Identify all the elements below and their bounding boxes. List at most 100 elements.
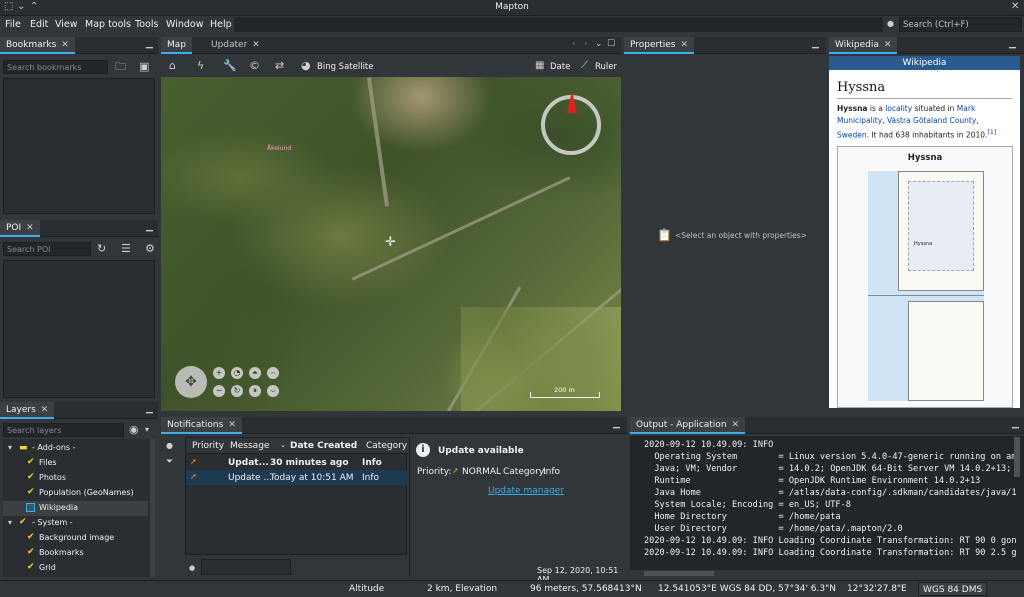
lightning-icon[interactable]: ϟ bbox=[197, 60, 204, 72]
bookmarks-search-input[interactable]: Search bookmarks bbox=[3, 60, 108, 74]
maximize-icon[interactable]: ☐ bbox=[607, 39, 615, 49]
scrollbar[interactable] bbox=[150, 439, 155, 577]
palette-icon[interactable]: ◕ bbox=[301, 60, 311, 72]
link-locality[interactable]: locality bbox=[885, 104, 912, 113]
tree-row-population[interactable]: ✔ Population (GeoNames) bbox=[3, 486, 148, 501]
tree-row-grid[interactable]: ✔ Grid bbox=[3, 561, 148, 576]
tab-map[interactable]: Map bbox=[161, 37, 192, 54]
calendar-icon[interactable]: ▦ bbox=[535, 60, 544, 72]
checkmark-icon[interactable]: ✔ bbox=[27, 473, 35, 482]
close-icon[interactable]: ✕ bbox=[252, 40, 260, 50]
menu-tools[interactable]: Tools bbox=[135, 19, 158, 30]
refresh-icon[interactable]: ↻ bbox=[97, 243, 106, 255]
bookmarks-list[interactable] bbox=[3, 78, 155, 214]
chevron-down-icon[interactable]: ▾ bbox=[145, 424, 149, 436]
compass-icon[interactable] bbox=[541, 91, 601, 155]
minimize-icon[interactable]: ▁ bbox=[146, 39, 153, 49]
menu-edit[interactable]: Edit bbox=[30, 19, 48, 30]
layers-search-input[interactable]: Search layers bbox=[3, 423, 124, 437]
rotate-back-icon[interactable]: ↻ bbox=[231, 385, 243, 397]
folder-icon[interactable]: 🗀 bbox=[115, 61, 126, 73]
checkmark-icon[interactable]: ✔ bbox=[27, 563, 35, 572]
dot-icon[interactable]: ● bbox=[166, 440, 173, 452]
checkmark-icon[interactable]: ✔ bbox=[27, 533, 35, 542]
tab-properties[interactable]: Properties ✕ bbox=[624, 37, 695, 54]
location-map[interactable]: Hyssna bbox=[868, 171, 984, 401]
gear-icon[interactable]: ⚙ bbox=[145, 243, 155, 255]
tree-row-bookmarks[interactable]: ✔ Bookmarks bbox=[3, 546, 148, 561]
checkmark-icon[interactable]: ✔ bbox=[27, 488, 35, 497]
close-icon[interactable]: ✕ bbox=[61, 40, 69, 50]
menu-window[interactable]: Window bbox=[166, 19, 203, 30]
zoom-in-icon[interactable]: + bbox=[213, 367, 225, 379]
map-view[interactable]: Åkelund ✛ ✥ + ◔ ⏶ ⌢ − ↻ ⏸ ⌣ 200 m bbox=[161, 77, 621, 411]
tree-row-files[interactable]: ✔ Files bbox=[3, 456, 148, 471]
link-sweden[interactable]: Sweden bbox=[837, 131, 867, 140]
eye-icon[interactable]: ◉ bbox=[129, 424, 139, 436]
menu-help[interactable]: Help bbox=[210, 19, 232, 30]
close-icon[interactable]: ✕ bbox=[680, 40, 688, 50]
wrench-icon[interactable]: 🔧 bbox=[223, 60, 237, 72]
menu-file[interactable]: File bbox=[5, 19, 21, 30]
poi-list[interactable] bbox=[3, 260, 155, 398]
map-type-label[interactable]: Bing Satellite bbox=[317, 62, 374, 72]
minimize-icon[interactable]: ▁ bbox=[613, 419, 620, 429]
close-icon[interactable]: ✕ bbox=[26, 223, 34, 233]
close-icon[interactable]: ✕ bbox=[41, 405, 49, 415]
tilt-up-icon[interactable]: ⏶ bbox=[249, 367, 261, 379]
menu-view[interactable]: View bbox=[55, 19, 78, 30]
horizontal-scrollbar[interactable] bbox=[644, 571, 714, 576]
tab-wikipedia[interactable]: Wikipedia ✕ bbox=[829, 37, 898, 54]
copyright-icon[interactable]: © bbox=[249, 60, 260, 72]
minimize-icon[interactable]: ▁ bbox=[146, 404, 153, 414]
tree-row-photos[interactable]: ✔ Photos bbox=[3, 471, 148, 486]
link-vastra-gotaland[interactable]: Västra Götaland County bbox=[887, 116, 976, 125]
zoom-out-icon[interactable]: − bbox=[213, 385, 225, 397]
tilt-down-icon[interactable]: ⌣ bbox=[267, 385, 279, 397]
tree-row-system[interactable]: ▾ ✔ - System - bbox=[3, 516, 148, 531]
column-message[interactable]: Message bbox=[230, 441, 269, 451]
pan-control-icon[interactable]: ✥ bbox=[175, 366, 207, 398]
minimize-icon[interactable]: ▁ bbox=[1009, 39, 1016, 49]
tree-row-addons[interactable]: ▾ ▬ - Add-ons - bbox=[3, 441, 148, 456]
checkmark-icon[interactable]: ✔ bbox=[27, 548, 35, 557]
expand-icon[interactable]: ▾ bbox=[8, 518, 12, 527]
table-row[interactable]: ➚ Updat... 30 minutes ago Info bbox=[186, 455, 408, 470]
minimize-icon[interactable]: ▁ bbox=[1012, 419, 1019, 429]
chevron-left-icon[interactable]: ‹ bbox=[572, 39, 576, 49]
date-button[interactable]: Date bbox=[550, 62, 570, 72]
output-console[interactable]: 2020-09-12 10.49.09: INFO Operating Syst… bbox=[630, 436, 1024, 570]
checkmark-icon[interactable]: ✔ bbox=[27, 458, 35, 467]
save-icon[interactable]: ▣ bbox=[139, 61, 149, 73]
unchecked-box-icon[interactable] bbox=[26, 503, 35, 512]
ruler-button[interactable]: Ruler bbox=[595, 62, 617, 72]
crs-selector[interactable]: WGS 84 DMS bbox=[918, 582, 988, 596]
filter-icon[interactable]: ⏷ bbox=[166, 456, 173, 468]
column-priority[interactable]: Priority bbox=[192, 441, 224, 451]
expand-icon[interactable]: ▾ bbox=[8, 443, 12, 452]
ruler-icon[interactable]: ⟋ bbox=[581, 60, 588, 72]
home-icon[interactable]: ⌂ bbox=[169, 60, 176, 72]
column-category[interactable]: Category bbox=[366, 441, 407, 451]
tab-updater[interactable]: Updater ✕ bbox=[205, 37, 266, 54]
tab-bookmarks[interactable]: Bookmarks ✕ bbox=[0, 37, 75, 54]
global-search-input[interactable]: Search (Ctrl+F) bbox=[899, 17, 1022, 32]
tab-layers[interactable]: Layers ✕ bbox=[0, 402, 55, 419]
minimize-icon[interactable]: ▁ bbox=[146, 222, 153, 232]
tab-notifications[interactable]: Notifications ✕ bbox=[161, 417, 242, 434]
partial-check-icon[interactable]: ▬ bbox=[19, 444, 28, 453]
reset-icon[interactable]: ⏸ bbox=[249, 385, 261, 397]
tab-poi[interactable]: POI ✕ bbox=[0, 220, 40, 237]
close-icon[interactable]: ✕ bbox=[228, 420, 236, 430]
poi-search-input[interactable]: Search POI bbox=[3, 242, 91, 256]
tilt-icon[interactable]: ⌢ bbox=[267, 367, 279, 379]
update-manager-link[interactable]: Update manager bbox=[488, 486, 564, 496]
table-row[interactable]: ➚ Update ... Today at 10:51 AM Info bbox=[186, 470, 408, 485]
column-date-created[interactable]: Date Created bbox=[290, 441, 357, 451]
menu-map-tools[interactable]: Map tools bbox=[85, 19, 131, 30]
tree-row-background-image[interactable]: ✔ Background image bbox=[3, 531, 148, 546]
close-icon[interactable]: ✕ bbox=[1011, 1, 1019, 12]
close-icon[interactable]: ✕ bbox=[732, 420, 740, 430]
filter-icon[interactable]: ☰ bbox=[121, 243, 131, 255]
checkmark-icon[interactable]: ✔ bbox=[19, 518, 27, 527]
